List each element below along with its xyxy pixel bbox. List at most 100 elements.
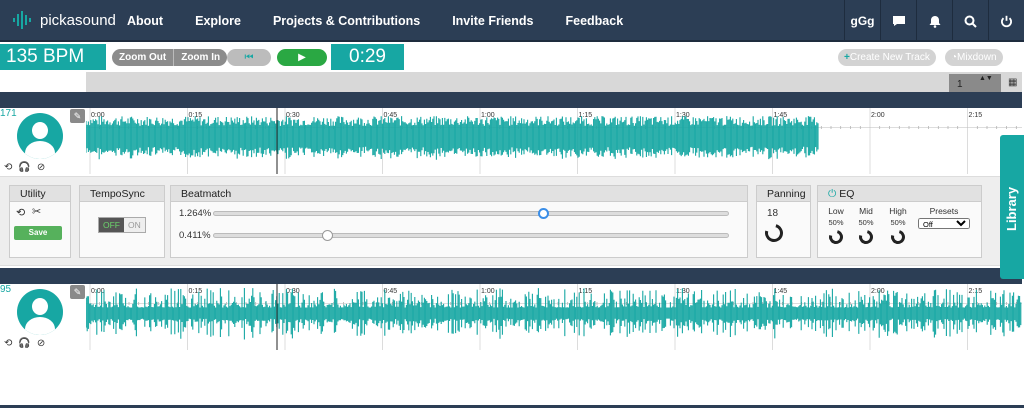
waveform[interactable]: 0:00 0:15 0:30 0:45 1:00 1:15 1:30 1:45 2:00 2:15 <box>86 284 1022 350</box>
beatmatch-heading: Beatmatch <box>171 186 747 202</box>
nav-link-feedback[interactable]: Feedback <box>565 14 623 28</box>
time-label: 2:15 <box>969 112 983 119</box>
zoom-out-button[interactable]: Zoom Out <box>112 49 173 66</box>
temposync-toggle[interactable]: OFF ON <box>98 217 146 233</box>
avatar[interactable] <box>17 113 63 159</box>
eq-heading: ⏻ EQ <box>818 186 981 202</box>
eq-box: ⏻ EQ Low 50% Mid 50% High 50% Presets Of… <box>817 185 982 258</box>
toggle-off[interactable]: OFF <box>99 218 124 232</box>
eq-low: Low 50% <box>822 206 850 247</box>
mixdown-button[interactable]: ◔Mixdown <box>945 49 1003 66</box>
time-label: 0:00 <box>91 112 105 119</box>
zoom-controls: Zoom Out Zoom In <box>112 49 228 66</box>
power-icon[interactable]: ⏻ <box>828 188 836 200</box>
waveform[interactable]: 0:00 0:15 0:30 0:45 1:00 1:15 1:30 1:45 2:00 2:15 <box>86 108 1022 174</box>
eq-low-label: Low <box>828 206 844 216</box>
grid-view-icon[interactable]: ▦ <box>1008 77 1017 88</box>
time-label: 0:15 <box>189 288 203 295</box>
rewind-icon: ⏮ <box>244 52 254 63</box>
slider1-value: 1.264% <box>179 208 212 219</box>
panning-value: 18 <box>767 208 779 219</box>
eq-low-pct: 50% <box>828 218 844 227</box>
time-label: 1:00 <box>481 112 495 119</box>
presets-select[interactable]: Off <box>918 218 970 229</box>
play-icon: ▶ <box>298 52 306 63</box>
mute-icon[interactable]: ⊘ <box>37 162 45 173</box>
panning-knob[interactable] <box>761 220 787 246</box>
beatmatch-slider-1[interactable] <box>213 208 729 219</box>
selector-arrows-icon: ▲▼ <box>979 75 993 82</box>
eq-high: High 50% <box>884 206 912 247</box>
track-icons: ⟲ 🎧 ⊘ <box>4 338 45 349</box>
edit-track-button[interactable]: ✎ <box>70 285 85 299</box>
rewind-button[interactable]: ⏮ <box>227 49 271 66</box>
avatar[interactable] <box>17 289 63 335</box>
headphones-icon[interactable]: 🎧 <box>18 338 30 349</box>
logout-button[interactable] <box>988 0 1024 42</box>
top-navbar: pickasound About Explore Projects & Cont… <box>0 0 1024 42</box>
track-row: 95 ⟲ 🎧 ⊘ ✎ 0:00 0:15 0:30 0:45 1:00 1:15 1:30 1… <box>0 284 1022 350</box>
slider-handle[interactable] <box>538 208 550 219</box>
beatmatch-box: Beatmatch 1.264% 0.411% <box>170 185 748 258</box>
track-icons: ⟲ 🎧 ⊘ <box>4 162 45 173</box>
nav-link-explore[interactable]: Explore <box>195 14 241 28</box>
panning-heading: Panning <box>757 186 810 202</box>
slider-handle[interactable] <box>321 230 333 241</box>
edit-track-button[interactable]: ✎ <box>70 109 85 123</box>
eq-high-pct: 50% <box>890 218 906 227</box>
temposync-box: TempoSync OFF ON <box>79 185 165 258</box>
track-number: 95 <box>0 284 12 295</box>
track-controls-panel: Utility ⟲ ✂ Save TempoSync OFF ON Beatma… <box>0 176 1000 266</box>
timeline-band <box>86 72 1022 92</box>
save-button[interactable]: Save <box>14 226 62 240</box>
time-label: 1:00 <box>481 288 495 295</box>
library-tab[interactable]: Library <box>1000 135 1024 279</box>
mixdown-label: Mixdown <box>957 52 997 63</box>
panning-box: Panning 18 <box>756 185 811 258</box>
pencil-icon: ✎ <box>73 287 82 297</box>
eq-mid-label: Mid <box>859 206 873 216</box>
track-row: 171 ⟲ 🎧 ⊘ ✎ 0:00 0:15 0:30 0:45 1:00 1:15 1:30… <box>0 108 1022 174</box>
scissors-icon[interactable]: ✂ <box>32 205 41 218</box>
bpm-display: 135 BPM <box>0 44 106 70</box>
utility-heading: Utility <box>10 186 70 202</box>
eq-mid-pct: 50% <box>858 218 874 227</box>
mute-icon[interactable]: ⊘ <box>37 338 45 349</box>
zoom-in-button[interactable]: Zoom In <box>173 49 227 66</box>
brand-logo[interactable]: pickasound <box>12 10 116 30</box>
messages-button[interactable] <box>880 0 916 42</box>
notifications-button[interactable] <box>916 0 952 42</box>
headphones-icon[interactable]: 🎧 <box>18 162 30 173</box>
presets-label: Presets <box>929 206 959 216</box>
search-button[interactable] <box>952 0 988 42</box>
power-icon <box>1001 15 1012 27</box>
time-label: 0:30 <box>286 112 300 119</box>
nav-link-about[interactable]: About <box>127 14 163 28</box>
eq-mid-knob[interactable] <box>856 227 876 247</box>
waveform-path <box>86 116 819 160</box>
grid-selector[interactable]: 1 ▲▼ <box>949 74 1001 92</box>
nav-link-invite-friends[interactable]: Invite Friends <box>452 14 533 28</box>
pencil-icon: ✎ <box>73 111 82 121</box>
chat-icon <box>892 16 905 26</box>
eq-title: EQ <box>839 188 855 200</box>
loop-icon[interactable]: ⟲ <box>4 338 12 349</box>
time-label: 1:15 <box>579 112 593 119</box>
loop-icon[interactable]: ⟲ <box>4 162 12 173</box>
toggle-on[interactable]: ON <box>124 218 145 232</box>
library-label: Library <box>1004 186 1019 231</box>
eq-high-knob[interactable] <box>888 227 908 247</box>
grid-selector-value: 1 <box>957 79 963 90</box>
eq-high-label: High <box>889 206 907 216</box>
transport-bar: 135 BPM Zoom Out Zoom In ⏮ ▶ 0:29 +Creat… <box>0 44 1024 72</box>
eq-low-knob[interactable] <box>826 227 846 247</box>
time-label: 1:15 <box>579 288 593 295</box>
beatmatch-slider-2[interactable] <box>213 230 729 241</box>
undo-icon[interactable]: ⟲ <box>16 206 25 219</box>
play-button[interactable]: ▶ <box>277 49 327 66</box>
time-label: 0:45 <box>384 288 398 295</box>
nav-links: About Explore Projects & Contributions I… <box>127 0 655 42</box>
user-menu-button[interactable]: gGg <box>844 0 880 42</box>
create-new-track-button[interactable]: +Create New Track <box>838 49 936 66</box>
nav-link-projects[interactable]: Projects & Contributions <box>273 14 420 28</box>
